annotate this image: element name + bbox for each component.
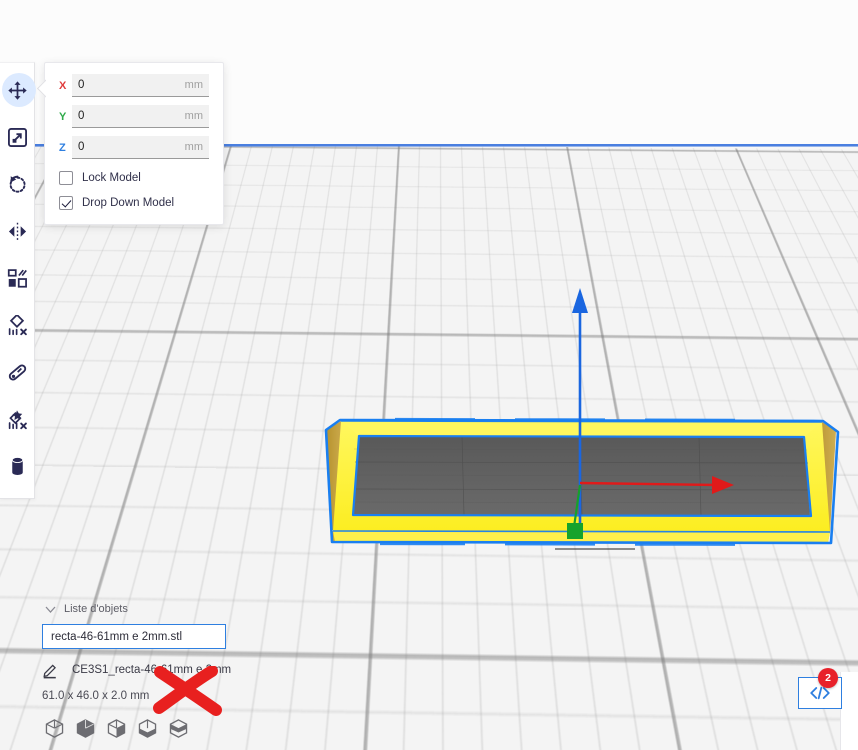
solidity-icon-row [42,718,292,744]
support-blocker-icon [8,315,27,336]
axis-label-z: Z [59,141,66,154]
code-view-badge: 2 [818,668,838,688]
seam-paint-icon [8,410,27,430]
x-position-unit: mm [184,79,203,91]
tool-mirror[interactable] [0,208,35,255]
object-list-panel: Liste d'objets recta-46-61mm e 2mm.stl C… [42,600,292,744]
lock-model-label: Lock Model [82,172,141,184]
panel-pointer-tail [36,77,46,103]
object-list-header[interactable]: Liste d'objets [42,600,292,618]
model-object-recta[interactable] [305,412,850,562]
tool-seam-paint[interactable] [0,396,35,443]
cylinder-icon [11,457,24,475]
wireframe-cube-icon[interactable] [44,718,65,744]
chevron-down-icon[interactable] [42,606,58,613]
axis-label-y: Y [59,110,67,123]
cube-50-icon[interactable] [137,718,158,744]
lock-model-checkbox-row[interactable]: Lock Model [59,171,209,185]
rotate-icon [9,175,26,193]
object-sub-item-row[interactable]: CE3S1_recta-46-61mm e 2mm [42,661,292,679]
x-position-input[interactable]: 0 mm [72,74,209,97]
paint-brush-icon [8,364,27,381]
y-position-unit: mm [184,110,203,122]
object-name-value[interactable]: recta-46-61mm e 2mm.stl [51,631,182,643]
tool-per-model-settings[interactable] [0,255,35,302]
z-position-unit: mm [184,141,203,153]
y-position-input[interactable]: 0 mm [72,105,209,128]
tool-move[interactable] [0,67,36,114]
coordinate-row-y: Y 0 mm [59,104,209,129]
coordinate-row-x: X 0 mm [59,73,209,98]
tool-paint[interactable] [0,349,35,396]
solid-cube-icon[interactable] [75,718,96,744]
cube-75-icon[interactable] [106,718,127,744]
pencil-icon[interactable] [42,662,64,679]
drop-down-model-label: Drop Down Model [82,197,175,209]
drop-down-model-checkbox[interactable] [59,196,73,210]
tool-rotate[interactable] [0,161,35,208]
mirror-icon [8,222,27,241]
tool-scale[interactable] [0,114,35,161]
lock-model-checkbox[interactable] [59,171,73,185]
axis-label-x: X [59,79,67,92]
z-position-input[interactable]: 0 mm [72,136,209,159]
slicer-app-window: X 0 mm Y 0 mm Z 0 mm Lock Model Drop Dow… [0,0,858,750]
object-dimensions: 61.0 x 46.0 x 2.0 mm [42,690,150,702]
y-position-value[interactable]: 0 [78,110,185,122]
move-icon [8,81,27,100]
coordinate-row-z: Z 0 mm [59,135,209,160]
tool-support-blocker[interactable] [0,302,35,349]
z-position-value[interactable]: 0 [78,141,185,153]
tool-cylinder[interactable] [0,443,35,490]
object-sub-item-label: CE3S1_recta-46-61mm e 2mm [72,664,232,676]
right-panel-fragment [840,672,858,750]
per-model-settings-icon [7,269,27,288]
object-name-input[interactable]: recta-46-61mm e 2mm.stl [42,624,226,649]
x-position-value[interactable]: 0 [78,79,185,91]
move-tool-panel: X 0 mm Y 0 mm Z 0 mm Lock Model Drop Dow… [44,62,224,225]
left-toolbar [0,62,36,499]
cube-25-icon[interactable] [168,718,189,744]
code-icon [810,686,830,700]
drop-down-model-checkbox-row[interactable]: Drop Down Model [59,196,209,210]
object-list-title: Liste d'objets [64,603,128,615]
scale-icon [8,128,27,147]
